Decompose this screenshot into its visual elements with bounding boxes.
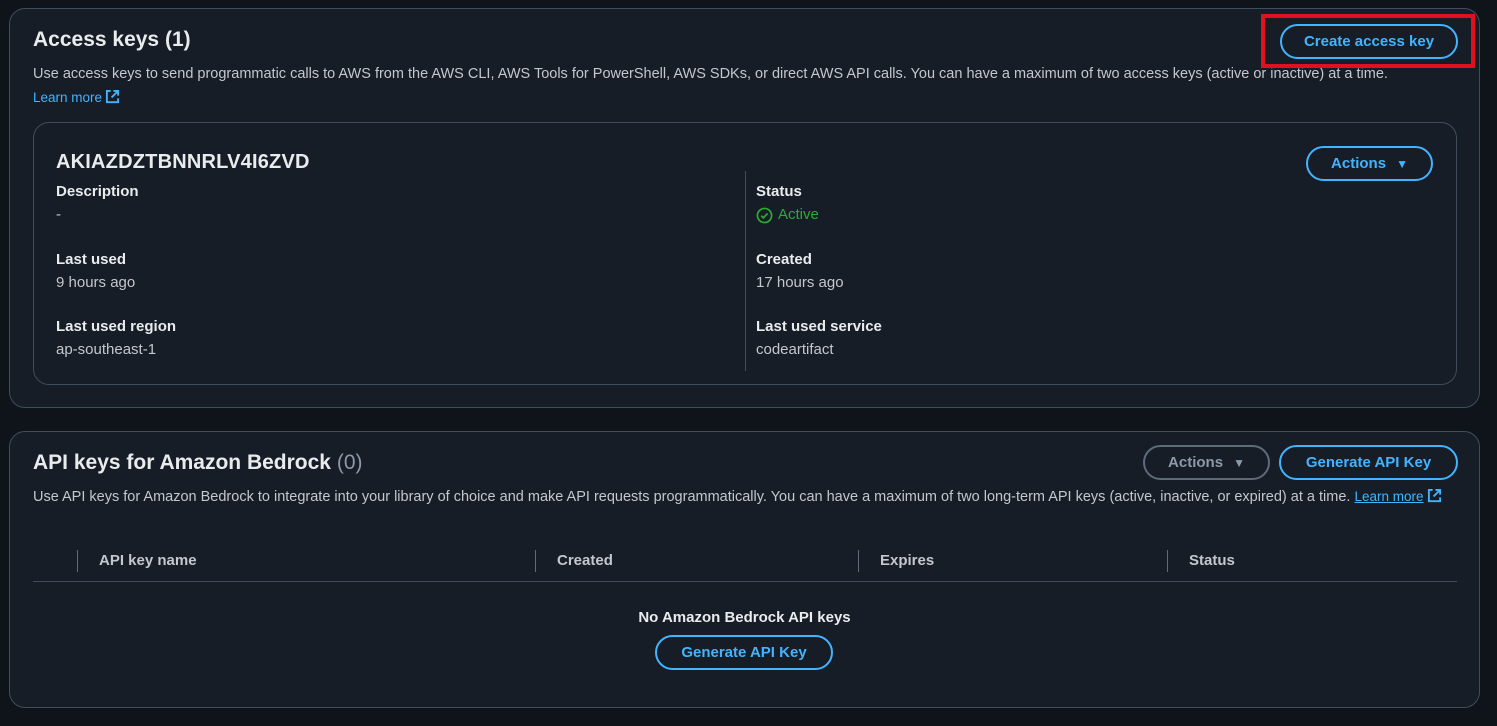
column-status[interactable]: Status: [1167, 550, 1235, 572]
access-keys-count: (1): [164, 28, 191, 51]
field-last-used: Last used 9 hours ago: [56, 251, 136, 291]
bedrock-api-keys-panel: API keys for Amazon Bedrock (0) Actions …: [9, 431, 1480, 708]
field-description: Description -: [56, 183, 139, 223]
external-link-icon: [105, 89, 120, 104]
access-keys-panel: Access keys (1) Create access key Use ac…: [9, 8, 1480, 408]
access-key-card: AKIAZDZTBNNRLV4I6ZVD Actions ▼ Descripti…: [33, 122, 1457, 385]
create-access-key-button[interactable]: Create access key: [1280, 24, 1458, 59]
field-last-used-region: Last used region ap-southeast-1: [56, 318, 177, 358]
bedrock-title: API keys for Amazon Bedrock (0): [33, 451, 363, 474]
empty-state-title: No Amazon Bedrock API keys: [638, 609, 851, 626]
field-last-used-service: Last used service codeartifact: [756, 318, 882, 358]
column-created[interactable]: Created: [535, 550, 613, 572]
card-divider: [745, 171, 746, 371]
bedrock-actions-button[interactable]: Actions ▼: [1143, 445, 1270, 480]
external-link-icon: [1427, 488, 1441, 503]
api-keys-table-header: API key name Created Expires Status: [33, 545, 1457, 582]
bedrock-learn-more-link[interactable]: Learn more: [1354, 489, 1423, 504]
field-created: Created 17 hours ago: [756, 251, 844, 291]
status-badge: Active: [756, 205, 819, 225]
access-keys-description: Use access keys to send programmatic cal…: [33, 66, 1388, 105]
bedrock-count: (0): [336, 451, 363, 474]
caret-down-icon: ▼: [1396, 156, 1408, 171]
column-api-key-name[interactable]: API key name: [77, 550, 197, 572]
access-keys-learn-more-link[interactable]: Learn more: [33, 89, 120, 105]
access-keys-title: Access keys (1): [33, 28, 191, 51]
access-key-id: AKIAZDZTBNNRLV4I6ZVD: [56, 151, 310, 173]
generate-api-key-button[interactable]: Generate API Key: [1279, 445, 1458, 480]
caret-down-icon: ▼: [1233, 455, 1245, 470]
column-expires[interactable]: Expires: [858, 550, 934, 572]
empty-generate-api-key-button[interactable]: Generate API Key: [655, 635, 833, 670]
field-status: Status Active: [756, 183, 819, 225]
access-key-actions-button[interactable]: Actions ▼: [1306, 146, 1433, 181]
bedrock-description: Use API keys for Amazon Bedrock to integ…: [33, 485, 1458, 509]
check-circle-icon: [756, 207, 773, 223]
